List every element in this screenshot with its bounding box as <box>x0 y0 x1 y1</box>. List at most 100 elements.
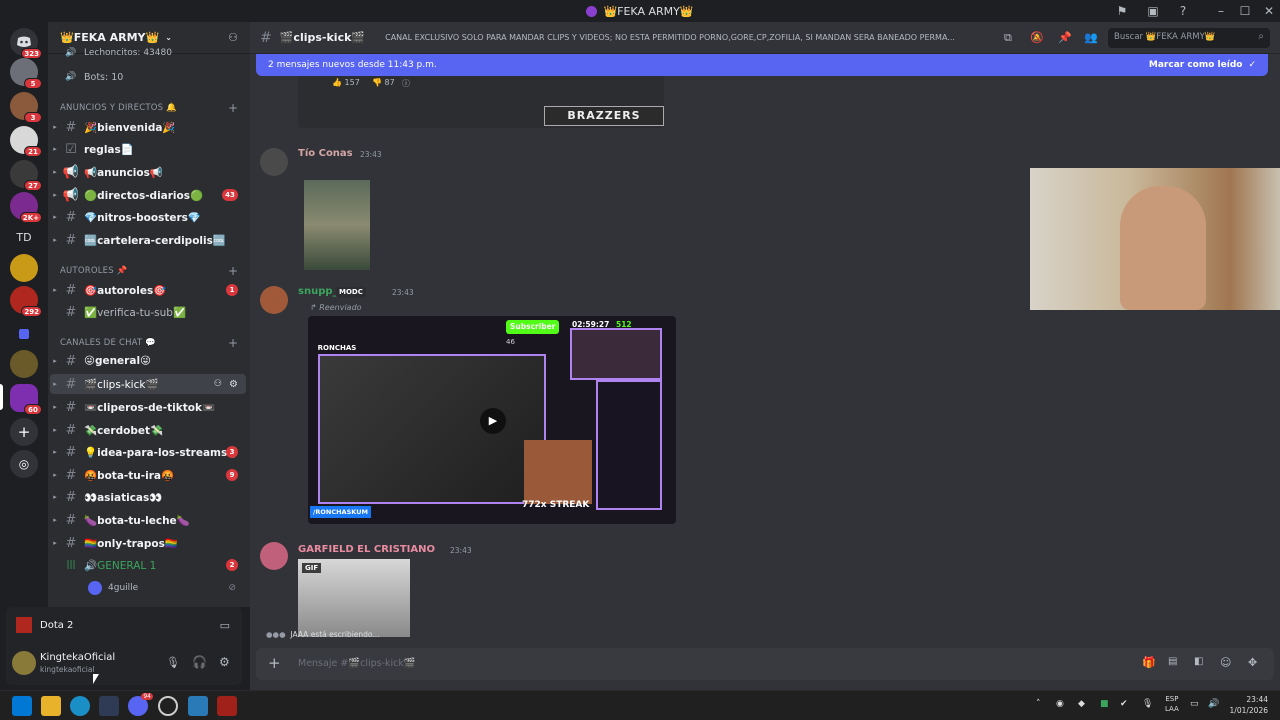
stat-channel[interactable]: 🔊 Bots: 10 <box>50 67 246 87</box>
close-icon[interactable]: ✕ <box>1261 3 1277 19</box>
gif-picker-icon[interactable]: ▤ <box>1168 656 1177 667</box>
avatar[interactable] <box>260 286 288 314</box>
message-composer[interactable]: + Mensaje #🎬clips-kick🎬 🎁 ▤ ◧ ☺ ✥ <box>256 648 1274 680</box>
add-server-button[interactable]: + <box>10 418 38 446</box>
server-icon-4[interactable]: 27 <box>10 160 42 191</box>
video-attachment[interactable]: RONCHAS Subscriber 46 02:59:27 512 ▶ 772… <box>308 316 676 524</box>
server-td[interactable]: TD <box>10 224 38 252</box>
category-anuncios[interactable]: ANUNCIOS Y DIRECTOS 🔔 + <box>60 101 238 115</box>
tray-app-icon[interactable]: ◉ <box>1056 699 1064 709</box>
gear-icon[interactable]: ⚙ <box>229 379 238 390</box>
add-attachment-icon[interactable]: + <box>268 654 281 672</box>
invite-icon[interactable]: ⚇ <box>214 379 222 389</box>
add-channel-icon[interactable]: + <box>228 264 238 278</box>
channel-bota-tu-ira[interactable]: ▸ # 🤬bota-tu-ira🤬 9 <box>50 465 246 485</box>
channel-general[interactable]: ▸ # 😜general😜 <box>50 351 246 371</box>
help-icon[interactable]: ? <box>1175 3 1191 19</box>
stat-channel[interactable]: 🔊 Lechoncitos: 43480 <box>50 46 246 60</box>
activity-chat-icon[interactable]: ▭ <box>220 619 230 632</box>
folder-icon[interactable] <box>10 320 38 348</box>
voice-member[interactable]: 4guille ⊘ <box>50 578 246 598</box>
language-indicator[interactable]: ESP LAA <box>1165 694 1179 714</box>
channel-cartelera[interactable]: ▸ # 🆒cartelera-cerdipolis🆒 <box>50 230 246 250</box>
windows-start-icon[interactable] <box>12 696 32 716</box>
channel-only-trapos[interactable]: ▸ # 🏳️‍🌈only-trapos🏳️‍🌈 <box>50 533 246 553</box>
maximize-icon[interactable]: ☐ <box>1237 3 1253 19</box>
network-icon[interactable]: ▭ <box>1190 699 1199 709</box>
server-icon-7[interactable]: 292 <box>10 286 42 317</box>
sticker-icon[interactable]: ◧ <box>1194 656 1203 667</box>
channel-idea-streams[interactable]: ▸ # 💡idea-para-los-streams💡 3 <box>50 442 246 462</box>
server-icon-feka-army[interactable]: 60 <box>10 384 42 415</box>
screen-share-icon[interactable]: ▣ <box>1145 3 1161 19</box>
channel-bienvenida[interactable]: ▸ # 🎉bienvenida🎉 <box>50 117 246 137</box>
role-tag[interactable]: MODC <box>336 287 366 298</box>
channel-asiaticas[interactable]: ▸ # 👀asiaticas👀 <box>50 487 246 507</box>
channel-cerdobet[interactable]: ▸ # 💸cerdobet💸 <box>50 420 246 440</box>
minimize-icon[interactable]: – <box>1213 3 1229 19</box>
avatar[interactable] <box>260 148 288 176</box>
category-autoroles[interactable]: AUTOROLES 📌 + <box>60 264 238 278</box>
search-input[interactable]: Buscar 👑FEKA ARMY👑 ⌕ <box>1108 28 1270 48</box>
user-display-name[interactable]: KingtekaOficial <box>40 652 115 663</box>
obs-icon[interactable] <box>158 696 178 716</box>
server-icon-1[interactable]: 5 <box>10 58 42 89</box>
channel-autoroles[interactable]: ▸ # 🎯autoroles🎯 1 <box>50 280 246 300</box>
tray-chevron-icon[interactable]: ˄ <box>1036 699 1041 709</box>
server-icon-6[interactable] <box>10 254 38 282</box>
dota-taskbar-icon[interactable] <box>217 696 237 716</box>
like-reaction[interactable]: 👍 157 <box>332 78 360 87</box>
tray-app-icon[interactable]: ■ <box>1100 699 1109 709</box>
inbox-flag-icon[interactable]: ⚑ <box>1114 3 1130 19</box>
add-channel-icon[interactable]: + <box>228 336 238 350</box>
tray-app-icon[interactable]: ✔ <box>1120 699 1128 709</box>
channel-cliperos-tiktok[interactable]: ▸ # 📼cliperos-de-tiktok📼 <box>50 397 246 417</box>
play-icon[interactable]: ▶ <box>480 408 506 434</box>
server-icon-3[interactable]: 21 <box>10 126 42 157</box>
channel-clips-kick[interactable]: ▸ # 🎬clips-kick🎬 ⚇ ⚙ <box>50 374 246 394</box>
threads-icon[interactable]: ⧉ <box>1004 31 1012 45</box>
message-author[interactable]: snupp_ <box>298 286 338 297</box>
discover-icon[interactable]: ◎ <box>10 450 38 478</box>
edge-icon[interactable] <box>70 696 90 716</box>
discord-taskbar-icon[interactable]: 94 <box>128 693 153 716</box>
message-author[interactable]: Tío Conas <box>298 148 353 159</box>
new-messages-bar[interactable]: 2 mensajes nuevos desde 11:43 p.m. Marca… <box>256 54 1268 76</box>
channel-anuncios[interactable]: ▸ 📢 📢anuncios📢 <box>50 162 246 182</box>
photos-icon[interactable] <box>188 696 208 716</box>
volume-icon[interactable]: 🔊 <box>1208 699 1219 709</box>
pin-icon[interactable]: 📌 <box>1058 31 1072 44</box>
tray-app-icon[interactable]: ◆ <box>1078 699 1085 709</box>
activity-panel[interactable]: Dota 2 ▭ <box>6 607 242 643</box>
file-explorer-icon[interactable] <box>41 696 61 716</box>
channel-bota-tu-leche[interactable]: ▸ # 🍆bota-tu-leche🍆 <box>50 510 246 530</box>
server-icon-8[interactable] <box>10 350 38 378</box>
mark-read-button[interactable]: Marcar como leído <box>1149 60 1243 70</box>
microphone-tray-icon[interactable]: 🎙 <box>1142 699 1153 709</box>
message-input[interactable]: Mensaje #🎬clips-kick🎬 <box>298 658 416 669</box>
channel-verifica[interactable]: # ✅verifica-tu-sub✅ <box>50 302 246 322</box>
server-icon-5[interactable]: 2K+ <box>10 192 42 223</box>
direct-messages-button[interactable]: 323 <box>10 28 42 59</box>
emoji-icon[interactable]: ☺ <box>1220 656 1231 669</box>
headphones-icon[interactable]: 🎧 <box>192 655 207 669</box>
invite-icon[interactable]: ⚇ <box>228 31 238 44</box>
avatar[interactable] <box>260 542 288 570</box>
message-image[interactable] <box>304 180 370 270</box>
channel-directos-diarios[interactable]: ▸ 📢 🟢directos-diarios🟢 43 <box>50 185 246 205</box>
dislike-reaction[interactable]: 👎 87 <box>372 78 395 87</box>
settings-gear-icon[interactable]: ⚙ <box>219 655 230 669</box>
app-icon[interactable] <box>99 696 119 716</box>
server-icon-2[interactable]: 3 <box>10 92 42 123</box>
apps-icon[interactable]: ✥ <box>1248 656 1257 669</box>
voice-channel-general-1[interactable]: ||| 🔊GENERAL 12 <box>50 555 246 575</box>
channel-nitros-boosters[interactable]: ▸ # 💎nitros-boosters💎 <box>50 207 246 227</box>
category-chat[interactable]: CANALES DE CHAT 💬 + <box>60 336 238 350</box>
channel-topic[interactable]: CANAL EXCLUSIVO SOLO PARA MANDAR CLIPS Y… <box>385 33 1010 42</box>
clock[interactable]: 23:44 1/01/2026 <box>1228 694 1268 716</box>
gif-attachment[interactable]: GIF <box>298 559 410 637</box>
message-author[interactable]: GARFIELD EL CRISTIANO <box>298 544 435 555</box>
notifications-off-icon[interactable]: 🔕 <box>1030 31 1044 44</box>
gift-icon[interactable]: 🎁 <box>1142 656 1156 669</box>
microphone-icon[interactable]: 🎙 <box>166 656 180 669</box>
